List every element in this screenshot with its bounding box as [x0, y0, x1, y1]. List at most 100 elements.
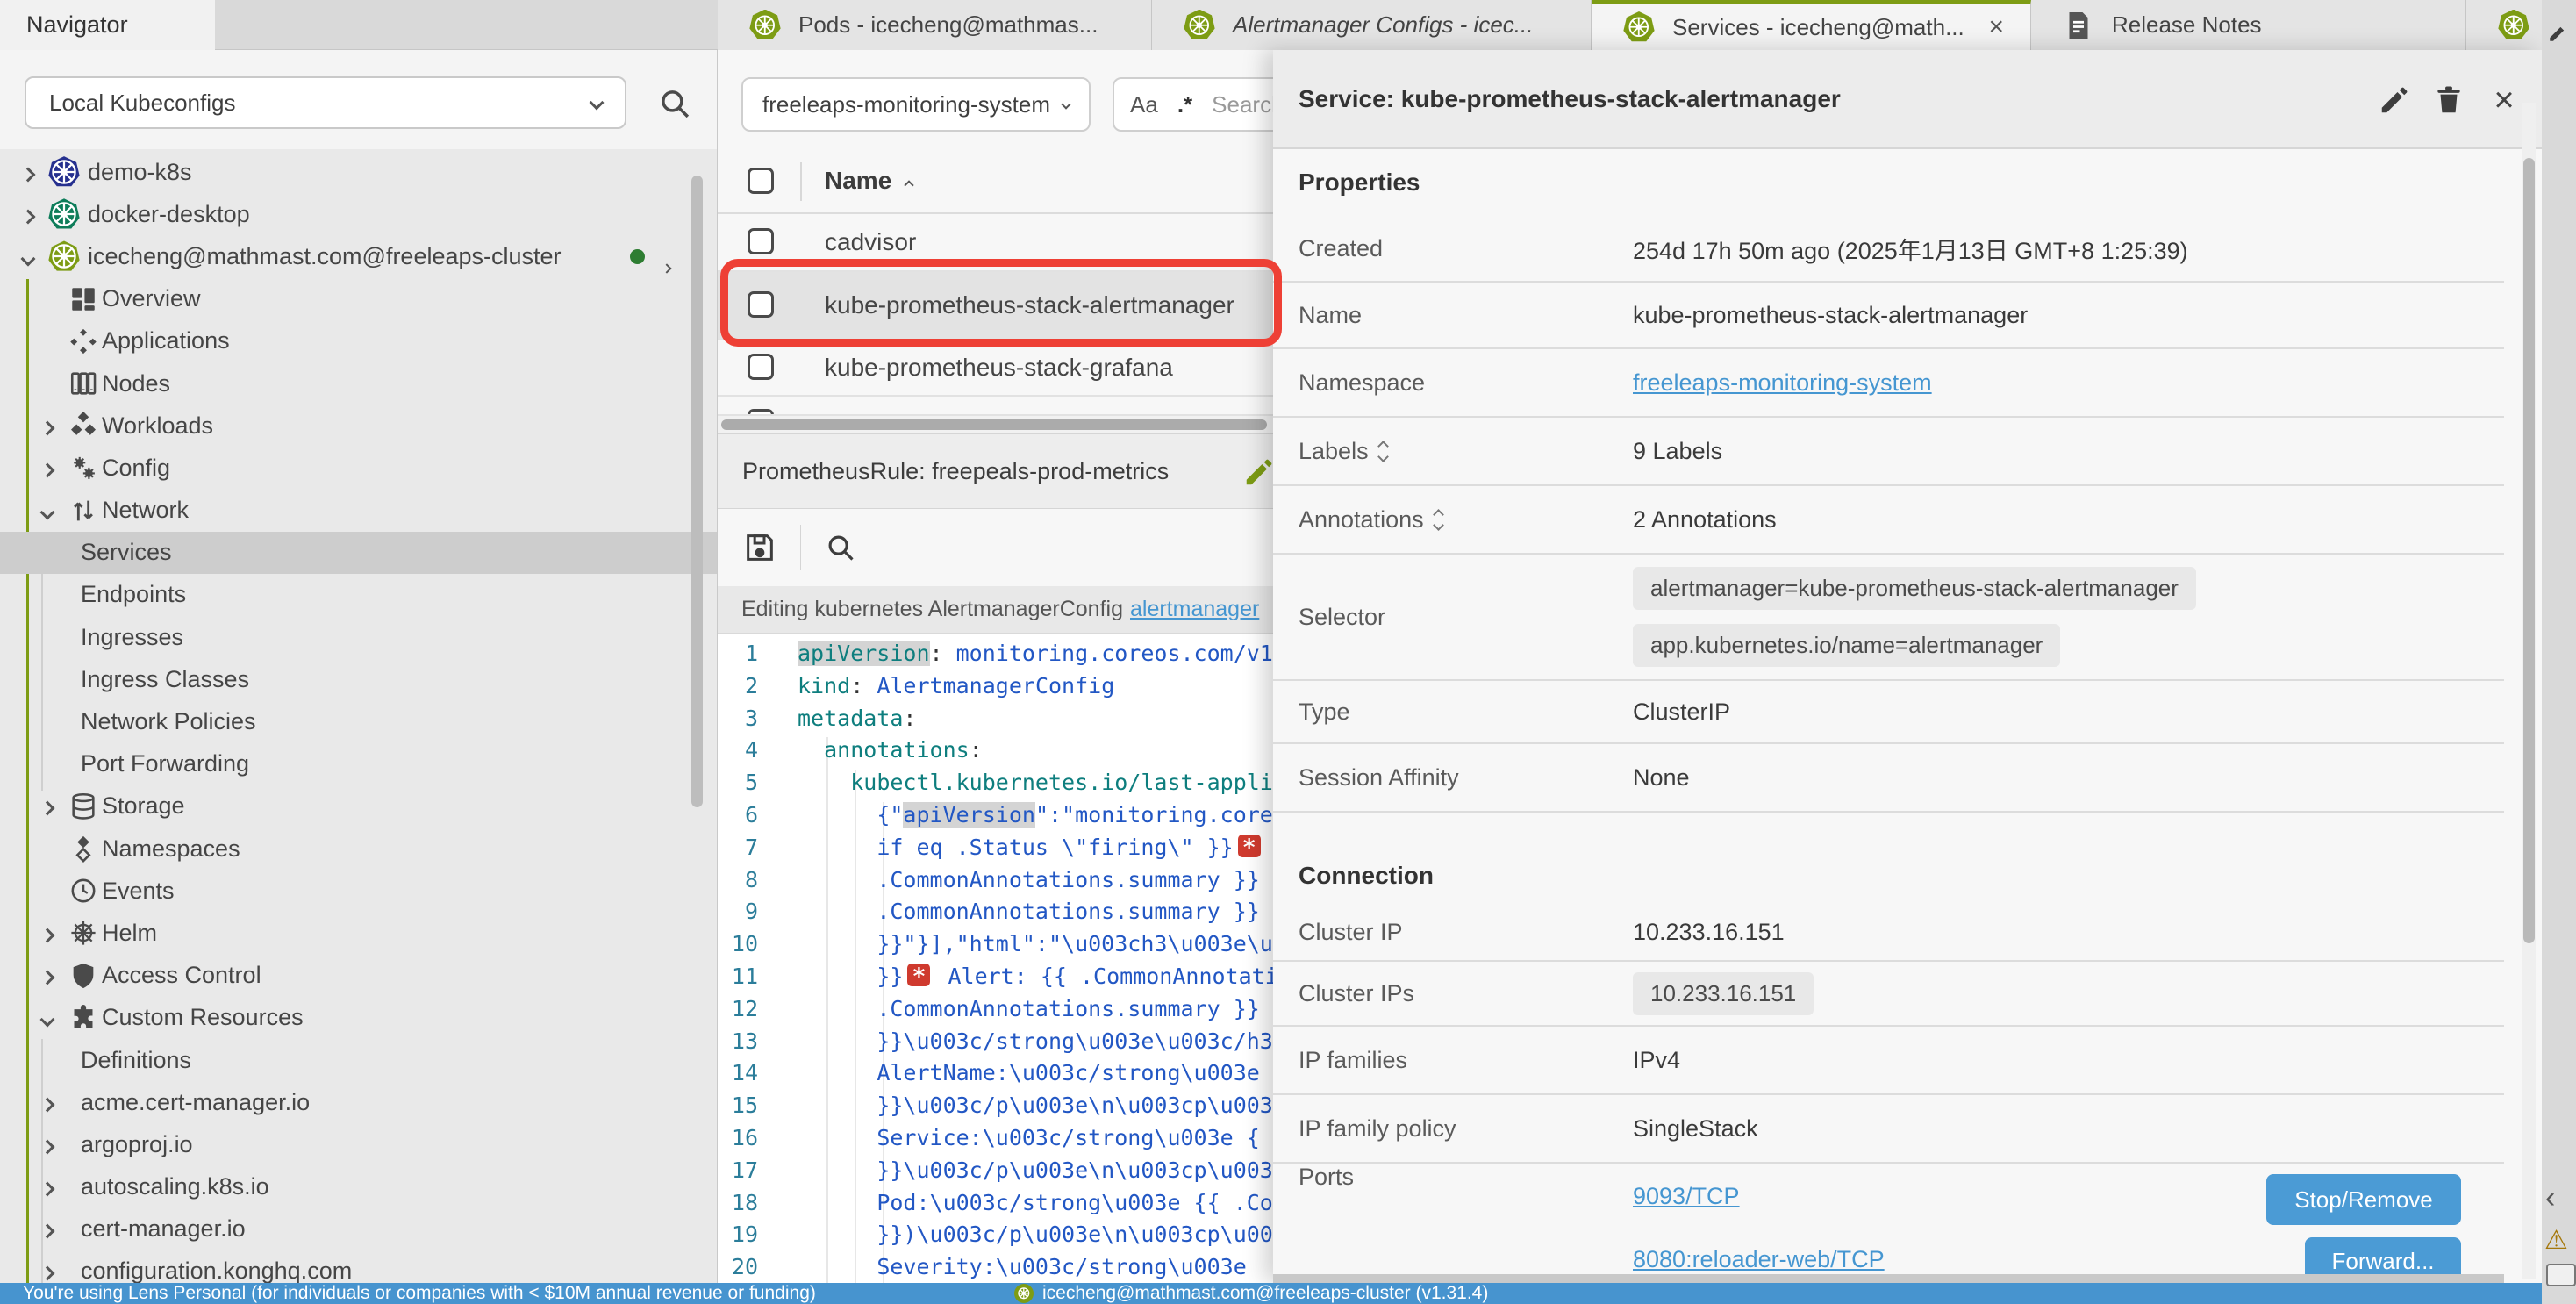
tab-release[interactable]: Release Notes [2031, 0, 2466, 50]
edit-icon[interactable] [2378, 83, 2411, 117]
chevron-right-icon[interactable] [40, 928, 55, 942]
sidebar-scrollbar[interactable] [691, 176, 703, 807]
delete-icon[interactable] [2432, 83, 2465, 117]
sidebar-item-cert-manager-io[interactable]: cert-manager.io [0, 1208, 717, 1250]
port-link[interactable]: 8080:reloader-web/TCP [1633, 1246, 1885, 1272]
name-column-header[interactable]: Name [825, 167, 912, 195]
save-icon[interactable] [742, 530, 777, 565]
sidebar-item-endpoints[interactable]: Endpoints [0, 574, 717, 616]
siren-emoji [1238, 835, 1261, 857]
chevron-right-icon[interactable] [40, 1182, 55, 1197]
lens-window: Navigator Pods - icecheng@mathmas...Aler… [0, 0, 2576, 1304]
events-icon [68, 876, 98, 906]
services-hscrollbar[interactable] [718, 416, 1273, 433]
chevron-right-icon[interactable] [40, 971, 55, 985]
row-checkbox[interactable] [748, 354, 774, 380]
chevron-right-icon[interactable] [21, 167, 36, 182]
namespace-link[interactable]: freeleaps-monitoring-system [1633, 369, 1932, 397]
sidebar-item-applications[interactable]: Applications [0, 320, 717, 362]
sidebar-item-demo-k8s[interactable]: demo-k8s [0, 151, 717, 193]
sidebar-item-port-forwarding[interactable]: Port Forwarding [0, 743, 717, 785]
chevron-right-icon[interactable] [40, 1097, 55, 1112]
sidebar-item-configuration-konghq-com[interactable]: configuration.konghq.com [0, 1250, 717, 1283]
close-icon[interactable]: × [2487, 83, 2521, 117]
sort-icon[interactable] [1435, 511, 1442, 529]
chevron-right-icon[interactable] [40, 1139, 55, 1154]
stop-remove-button[interactable]: Stop/Remove [2266, 1174, 2461, 1225]
port-link[interactable]: 9093/TCP [1633, 1183, 1740, 1209]
sidebar-item-nodes[interactable]: Nodes [0, 362, 717, 405]
sidebar-item-acme-cert-manager-io[interactable]: acme.cert-manager.io [0, 1081, 717, 1123]
chevron-down-icon[interactable] [40, 1013, 55, 1028]
service-row[interactable]: kube-prometheus-stack-grafana [718, 340, 1273, 397]
regex-icon[interactable]: .* [1177, 91, 1192, 118]
sidebar-item-helm[interactable]: Helm [0, 912, 717, 954]
close-icon[interactable]: × [1988, 12, 2004, 42]
edit-icon[interactable] [1242, 455, 1276, 489]
sidebar-item-namespaces[interactable]: Namespaces [0, 828, 717, 870]
sidebar-item-config[interactable]: Config [0, 447, 717, 489]
editor-tab-title[interactable]: PrometheusRule: freepeals-prod-metrics [742, 458, 1169, 485]
sidebar-item-docker-desktop[interactable]: docker-desktop [0, 193, 717, 235]
sidebar-item-label: cert-manager.io [0, 1215, 246, 1243]
dock-panel-icon[interactable] [2546, 1264, 2576, 1286]
drawer-scrollbar[interactable] [2522, 103, 2536, 1279]
sidebar-item-argoproj-io[interactable]: argoproj.io [0, 1123, 717, 1165]
active-cluster-status[interactable]: icecheng@mathmast.com@freeleaps-cluster … [1014, 1283, 1488, 1304]
collapse-icon[interactable]: ‹ [2545, 1181, 2555, 1215]
sidebar-item-events[interactable]: Events [0, 870, 717, 912]
drawer-hscrollbar[interactable] [1273, 1274, 2504, 1283]
tab-services[interactable]: Services - icecheng@math...× [1592, 0, 2031, 50]
sidebar-item-icecheng-mathmast-com-freeleaps-cluster[interactable]: icecheng@mathmast.com@freeleaps-cluster [0, 235, 717, 277]
sidebar-item-autoscaling-k8s-io[interactable]: autoscaling.k8s.io [0, 1166, 717, 1208]
sidebar-item-overview[interactable]: Overview [0, 278, 717, 320]
editor-search-icon[interactable] [824, 531, 857, 564]
row-value: kube-prometheus-stack-alertmanager [1633, 302, 2028, 329]
code-line: 20 Severity:\u003c/strong\u003e [718, 1250, 1273, 1283]
sidebar-item-definitions[interactable]: Definitions [0, 1039, 717, 1081]
chevron-right-icon[interactable] [40, 801, 55, 816]
chevron-down-icon[interactable] [21, 251, 36, 266]
sidebar-item-ingresses[interactable]: Ingresses [0, 616, 717, 658]
sidebar-item-network[interactable]: Network [0, 490, 717, 532]
kubeconfig-select-value: Local Kubeconfigs [49, 90, 235, 117]
service-row[interactable]: kube-prometheus-stack-prometheus [718, 397, 1273, 416]
chevron-right-icon[interactable] [40, 1224, 55, 1239]
sidebar-item-ingress-classes[interactable]: Ingress Classes [0, 658, 717, 700]
tab-bar: Navigator Pods - icecheng@mathmas...Aler… [0, 0, 2576, 50]
namespace-select[interactable]: freeleaps-monitoring-system [741, 77, 1091, 132]
sidebar-item-access-control[interactable]: Access Control [0, 955, 717, 997]
drawer-row-namespace: Namespacefreeleaps-monitoring-system [1273, 349, 2504, 418]
chevron-right-icon[interactable] [21, 209, 36, 224]
yaml-editor[interactable]: 1apiVersion: monitoring.coreos.com/v12ki… [718, 634, 1273, 1283]
tab-alertmanager[interactable]: Alertmanager Configs - icec... [1152, 0, 1592, 50]
sort-icon[interactable] [1379, 442, 1387, 461]
row-label: Created [1299, 235, 1383, 262]
row-checkbox[interactable] [748, 228, 774, 254]
sidebar-item-custom-resources[interactable]: Custom Resources [0, 997, 717, 1039]
sidebar-item-services[interactable]: Services [0, 532, 717, 574]
tab-pods[interactable]: Pods - icecheng@mathmas... [718, 0, 1152, 50]
code-line: 7 if eq .Status \"firing\" }} [718, 831, 1273, 863]
chevron-right-icon[interactable] [40, 462, 55, 477]
select-all-checkbox[interactable] [748, 168, 774, 194]
row-value: 254d 17h 50m ago (2025年1月13日 GMT+8 1:25:… [1633, 232, 2188, 266]
drawer-row-ports: Ports9093/TCPStop/Remove8080:reloader-we… [1273, 1164, 2504, 1283]
kubeconfig-select[interactable]: Local Kubeconfigs [25, 76, 626, 129]
chevron-right-icon[interactable] [40, 1266, 55, 1281]
match-case-icon[interactable]: Aa [1130, 91, 1158, 118]
chevron-right-icon[interactable] [662, 264, 671, 274]
search-icon[interactable] [656, 85, 693, 126]
sidebar-item-network-policies[interactable]: Network Policies [0, 700, 717, 742]
row-checkbox[interactable] [748, 409, 774, 416]
sidebar-item-workloads[interactable]: Workloads [0, 405, 717, 447]
sidebar-item-storage[interactable]: Storage [0, 785, 717, 828]
chevron-down-icon[interactable] [40, 505, 55, 520]
edit-icon [2547, 21, 2570, 44]
drawer-row-cluster-ips: Cluster IPs10.233.16.151 [1273, 962, 2504, 1027]
resource-link[interactable]: alertmanager [1130, 597, 1259, 622]
warning-icon[interactable]: ⚠ [2544, 1225, 2568, 1256]
nodes-icon [68, 369, 98, 398]
chevron-right-icon[interactable] [40, 420, 55, 435]
drawer-row-type: TypeClusterIP [1273, 681, 2504, 744]
